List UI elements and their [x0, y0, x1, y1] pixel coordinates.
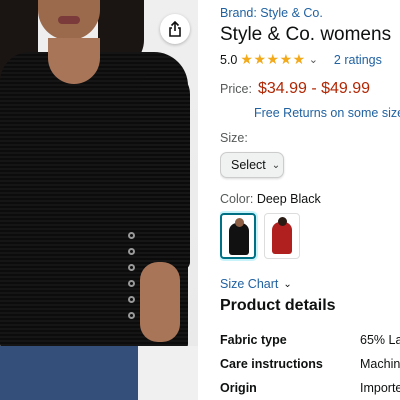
product-image[interactable] [0, 0, 198, 400]
size-chart-link[interactable]: Size Chart ⌄ [220, 277, 292, 291]
chevron-down-icon[interactable]: ⌄ [309, 53, 318, 66]
size-dropdown[interactable]: Select ⌄ [220, 152, 284, 178]
price-label: Price: [220, 82, 252, 96]
size-dropdown-value: Select [231, 158, 266, 172]
sweater-sleeve [140, 70, 190, 270]
swatch-red-head [278, 217, 287, 226]
image-background-lower [138, 346, 198, 400]
color-swatches [220, 213, 308, 259]
star-icon: ★ [279, 51, 293, 67]
chevron-down-icon: ⌄ [283, 278, 292, 290]
star-icon: ★ [266, 51, 280, 67]
spec-value: Machin [360, 357, 400, 371]
price-row: Price: $34.99 - $49.99 [220, 80, 370, 98]
free-returns-link[interactable]: Free Returns on some sizes [254, 106, 400, 120]
table-row: Fabric type 65% La [220, 328, 400, 352]
spec-key: Origin [220, 381, 257, 395]
share-button[interactable] [160, 14, 190, 44]
chevron-down-icon: ⌄ [271, 159, 281, 171]
share-icon [169, 21, 181, 37]
rating-row: 5.0 ★★★★★ ⌄ 2 ratings [220, 51, 382, 68]
spec-key: Fabric type [220, 333, 287, 347]
price-range: $34.99 - $49.99 [257, 80, 371, 97]
table-row: Origin Importe [220, 376, 400, 400]
color-swatch-red[interactable] [264, 213, 300, 259]
rating-value: 5.0 [220, 52, 238, 67]
model-hand [140, 262, 180, 342]
color-row: Color: Deep Black [220, 192, 321, 206]
ratings-count-link[interactable]: 2 ratings [334, 53, 382, 67]
product-title: Style & Co. womens [220, 24, 392, 45]
swatch-red-figure [272, 222, 292, 254]
swatch-black-head [235, 218, 244, 227]
size-chart-label: Size Chart [220, 277, 279, 291]
product-details-pane: Brand: Style & Co. Style & Co. womens 5.… [220, 0, 400, 400]
spec-value: 65% La [360, 333, 400, 347]
lace-up-grommets [128, 232, 138, 342]
product-details-heading: Product details [220, 297, 336, 314]
color-label: Color: [220, 192, 254, 206]
size-label: Size: [220, 131, 248, 145]
model-lips [58, 16, 80, 24]
swatch-black-figure [229, 223, 249, 255]
model-jeans [0, 346, 138, 400]
table-row: Care instructions Machin [220, 352, 400, 376]
star-icon: ★ [240, 51, 254, 67]
brand-link[interactable]: Brand: Style & Co. [220, 6, 323, 20]
spec-value: Importe [360, 381, 400, 395]
product-details-table: Fabric type 65% La Care instructions Mac… [220, 328, 400, 400]
star-icon: ★ [292, 51, 306, 67]
star-icon: ★ [253, 51, 267, 67]
spec-key: Care instructions [220, 357, 323, 371]
color-value: Deep Black [256, 192, 321, 206]
color-swatch-black[interactable] [220, 213, 256, 259]
star-rating[interactable]: ★★★★★ [240, 51, 305, 68]
